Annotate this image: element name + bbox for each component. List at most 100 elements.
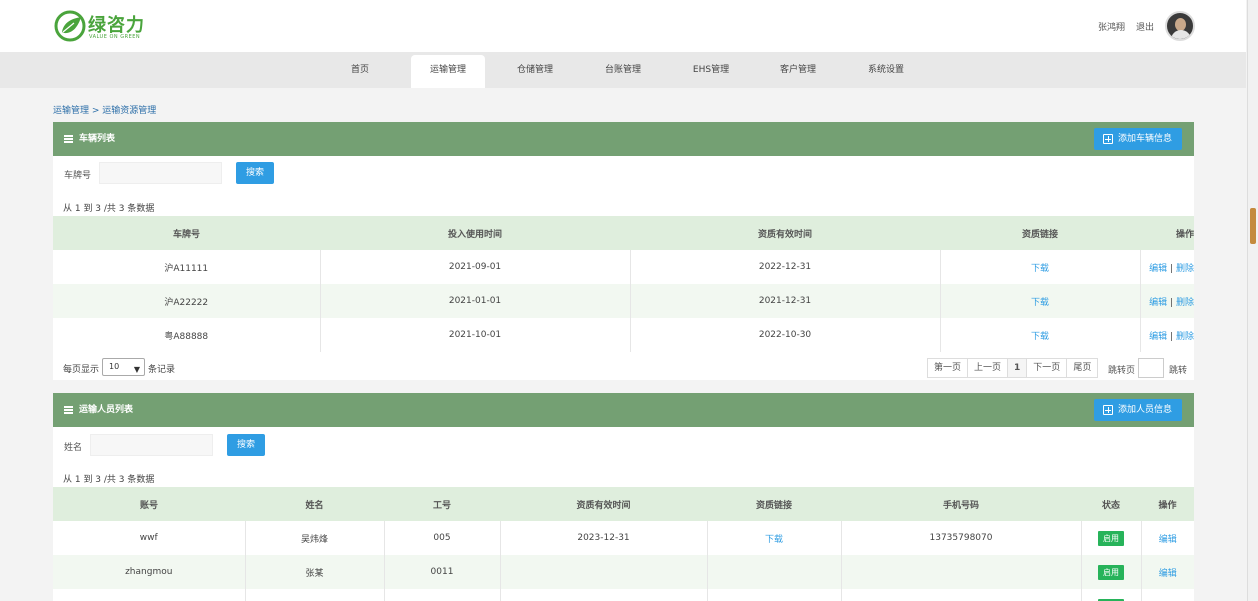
avatar[interactable] <box>1165 11 1195 41</box>
col-cert-link[interactable]: 资质链接 <box>707 487 841 521</box>
vehicle-table: 车牌号 投入使用时间 资质有效时间 资质链接 操作 沪A11111 2021-0… <box>53 216 1194 352</box>
cert-link-cell <box>707 555 842 589</box>
col-name[interactable]: 姓名 <box>245 487 384 521</box>
edit-link[interactable]: 编辑 <box>1149 264 1167 274</box>
valid-date-cell: 2021-12-31 <box>630 284 941 318</box>
nav-ehs[interactable]: EHS管理 <box>674 52 748 88</box>
vehicle-count-text: 从 1 到 3 /共 3 条数据 <box>63 204 155 214</box>
nav-settings[interactable]: 系统设置 <box>849 52 923 88</box>
col-account[interactable]: 账号 <box>53 487 245 521</box>
page-scrollbar[interactable] <box>1247 0 1258 601</box>
vehicle-search-button[interactable]: 搜索 <box>236 162 274 184</box>
brand-logo[interactable]: 绿咨力 VALUE ON GREEN <box>54 10 164 44</box>
edit-link[interactable]: 编辑 <box>1159 569 1177 579</box>
breadcrumb[interactable]: 运输管理 > 运输资源管理 <box>53 103 156 116</box>
last-page-button[interactable]: 尾页 <box>1067 359 1098 377</box>
employee-no-cell: 005 <box>384 521 501 555</box>
employee-no-cell: 0011 <box>384 555 501 589</box>
table-row: 沪A22222 2021-01-01 2021-12-31 下载 编辑 | 删除 <box>53 284 1194 318</box>
actions-cell: 编辑 | 删除 <box>1140 318 1194 352</box>
start-date-cell: 2021-01-01 <box>320 284 631 318</box>
actions-cell: 编辑 | 删除 <box>1140 284 1194 318</box>
download-link[interactable]: 下载 <box>1031 264 1049 274</box>
staff-panel-header: 运输人员列表 添加人员信息 <box>53 393 1194 427</box>
separator: | <box>1170 297 1174 308</box>
col-valid-date[interactable]: 资质有效时间 <box>630 216 940 250</box>
table-row: 启用 <box>53 589 1194 601</box>
phone-cell: 13735798070 <box>841 521 1082 555</box>
plate-cell: 粤A88888 <box>53 318 321 352</box>
edit-link[interactable]: 编辑 <box>1159 535 1177 545</box>
download-link[interactable]: 下载 <box>765 535 783 545</box>
nav-warehouse[interactable]: 仓储管理 <box>498 52 572 88</box>
phone-cell <box>841 555 1082 589</box>
col-valid-date[interactable]: 资质有效时间 <box>500 487 707 521</box>
col-plate[interactable]: 车牌号 <box>53 216 320 250</box>
cert-link-cell: 下载 <box>707 521 842 555</box>
name-cell: 吴炜烽 <box>245 521 385 555</box>
table-row: zhangmou 张某 0011 启用 编辑 <box>53 555 1194 589</box>
delete-link[interactable]: 删除 <box>1176 298 1194 308</box>
pagesize-select[interactable]: 10 ▼ <box>102 358 145 376</box>
next-page-button[interactable]: 下一页 <box>1027 359 1068 377</box>
scrollbar-thumb[interactable] <box>1250 208 1256 244</box>
valid-date-cell: 2022-10-30 <box>630 318 941 352</box>
nav-ledger[interactable]: 台账管理 <box>586 52 660 88</box>
menu-icon <box>64 406 73 414</box>
status-badge[interactable]: 启用 <box>1098 530 1124 546</box>
jump-page-input[interactable] <box>1138 358 1164 378</box>
col-actions: 操作 <box>1140 216 1194 250</box>
add-vehicle-button[interactable]: 添加车辆信息 <box>1093 128 1182 150</box>
account-cell <box>53 589 246 601</box>
col-cert-link[interactable]: 资质链接 <box>940 216 1140 250</box>
delete-link[interactable]: 删除 <box>1176 264 1194 274</box>
first-page-button[interactable]: 第一页 <box>928 359 969 377</box>
employee-no-cell <box>384 589 501 601</box>
pagesize-prefix: 每页显示 <box>63 365 100 375</box>
separator: | <box>1170 263 1174 274</box>
name-search-label: 姓名 <box>64 443 83 453</box>
logo-subtitle: VALUE ON GREEN <box>89 34 141 40</box>
download-link[interactable]: 下载 <box>1031 332 1049 342</box>
add-staff-button[interactable]: 添加人员信息 <box>1093 399 1182 421</box>
plus-square-icon <box>1102 134 1113 144</box>
edit-link[interactable]: 编辑 <box>1149 332 1167 342</box>
valid-date-cell <box>500 555 708 589</box>
col-employee-no[interactable]: 工号 <box>384 487 500 521</box>
staff-search-button[interactable]: 搜索 <box>227 434 265 456</box>
logout-link[interactable]: 退出 <box>1136 20 1154 33</box>
nav-home[interactable]: 首页 <box>323 52 397 88</box>
edit-link[interactable]: 编辑 <box>1149 298 1167 308</box>
table-row: 粤A88888 2021-10-01 2022-10-30 下载 编辑 | 删除 <box>53 318 1194 352</box>
menu-icon <box>64 135 73 143</box>
plate-cell: 沪A11111 <box>53 250 321 284</box>
staff-panel-title: 运输人员列表 <box>79 405 134 415</box>
top-header: 绿咨力 VALUE ON GREEN 张鸿翔 退出 <box>0 0 1246 52</box>
account-cell: wwf <box>53 521 246 555</box>
plate-search-label: 车牌号 <box>64 171 92 181</box>
table-row: 沪A11111 2021-09-01 2022-12-31 下载 编辑 | 删除 <box>53 250 1194 284</box>
nav-customer[interactable]: 客户管理 <box>761 52 835 88</box>
actions-cell: 编辑 <box>1141 555 1194 589</box>
delete-link[interactable]: 删除 <box>1176 332 1194 342</box>
plate-search-input[interactable] <box>99 162 222 184</box>
name-search-input[interactable] <box>90 434 213 456</box>
jump-button[interactable]: 跳转 <box>1169 363 1187 376</box>
jump-page-label: 跳转页 <box>1108 366 1136 376</box>
avatar-body <box>1171 30 1191 39</box>
status-badge[interactable]: 启用 <box>1098 564 1124 580</box>
cert-link-cell: 下载 <box>940 318 1141 352</box>
plus-square-icon <box>1102 405 1113 415</box>
current-user-name: 张鸿翔 <box>1098 23 1126 33</box>
col-phone[interactable]: 手机号码 <box>841 487 1081 521</box>
prev-page-button[interactable]: 上一页 <box>968 359 1009 377</box>
col-start-date[interactable]: 投入使用时间 <box>320 216 630 250</box>
current-page[interactable]: 1 <box>1008 359 1028 377</box>
nav-transport[interactable]: 运输管理 <box>411 55 485 88</box>
staff-count-text: 从 1 到 3 /共 3 条数据 <box>63 475 155 485</box>
valid-date-cell: 2022-12-31 <box>630 250 941 284</box>
download-link[interactable]: 下载 <box>1031 298 1049 308</box>
col-status[interactable]: 状态 <box>1081 487 1141 521</box>
start-date-cell: 2021-10-01 <box>320 318 631 352</box>
actions-cell: 编辑 <box>1141 521 1194 555</box>
